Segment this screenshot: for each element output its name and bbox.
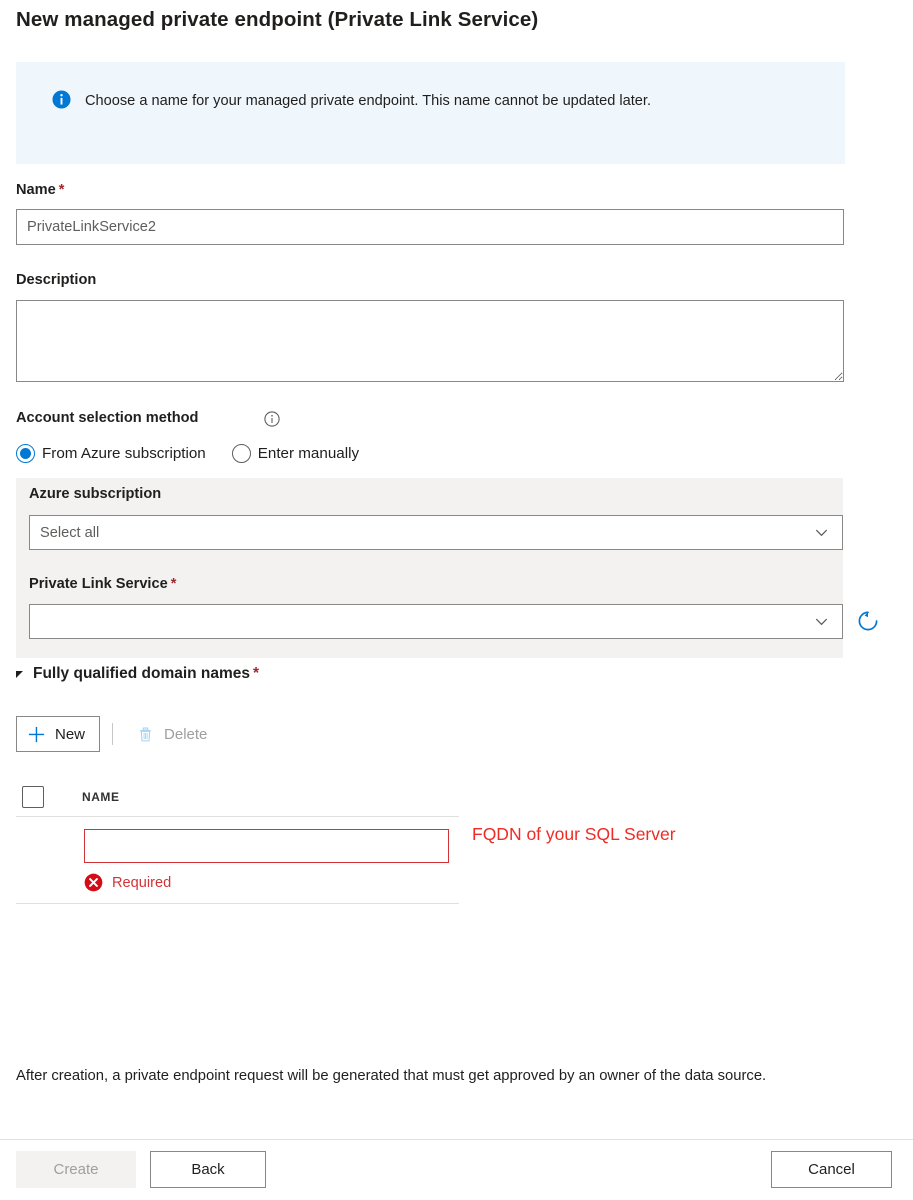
private-link-service-select[interactable]: [29, 604, 843, 639]
delete-button-label: Delete: [164, 725, 208, 743]
chevron-down-icon: [815, 618, 828, 626]
description-label: Description: [16, 272, 96, 288]
fqdn-required-star: *: [253, 665, 260, 682]
radio-enter-manually-mark[interactable]: [231, 444, 251, 463]
delete-button[interactable]: Delete: [125, 716, 222, 752]
fqdn-section-header[interactable]: Fully qualified domain names *: [16, 665, 259, 683]
fqdn-name-error-text: Required: [112, 874, 172, 891]
name-required-star: *: [58, 182, 65, 198]
description-textarea[interactable]: [16, 300, 844, 382]
page-title: New managed private endpoint (Private Li…: [16, 8, 539, 31]
azure-subscription-value: Select all: [40, 524, 100, 541]
account-selection-label: Account selection method: [16, 410, 198, 426]
account-selection-radio-group: From Azure subscription Enter manually: [16, 444, 359, 463]
info-banner-text: Choose a name for your managed private e…: [85, 93, 652, 109]
refresh-icon[interactable]: [855, 608, 881, 634]
action-bar-divider: [0, 1139, 913, 1140]
error-circle-icon: [84, 873, 103, 892]
fqdn-section-title: Fully qualified domain names: [33, 665, 251, 682]
azure-subscription-select[interactable]: Select all: [29, 515, 843, 550]
info-banner: Choose a name for your managed private e…: [16, 62, 845, 164]
description-label-text: Description: [16, 272, 97, 288]
new-button[interactable]: New: [16, 716, 101, 752]
table-row-divider: [16, 903, 459, 904]
account-selection-label-text: Account selection method: [16, 410, 199, 426]
radio-from-azure-subscription-label: From Azure subscription: [42, 445, 206, 462]
new-managed-private-endpoint-blade: New managed private endpoint (Private Li…: [0, 0, 913, 1200]
fqdn-table: NAME Required: [16, 778, 459, 904]
plus-icon: [28, 726, 45, 742]
radio-enter-manually-label: Enter manually: [257, 445, 360, 462]
private-link-service-label: Private Link Service *: [29, 576, 176, 592]
name-label-text: Name: [16, 182, 56, 198]
private-link-service-label-text: Private Link Service: [29, 576, 168, 592]
info-circle-icon: [52, 90, 71, 109]
select-all-checkbox[interactable]: [22, 786, 44, 808]
fqdn-table-header: NAME: [16, 778, 459, 816]
table-row: Required: [16, 817, 459, 903]
chevron-down-icon: [815, 529, 828, 537]
radio-from-azure-subscription[interactable]: From Azure subscription: [16, 444, 206, 463]
azure-subscription-label-text: Azure subscription: [29, 486, 162, 502]
radio-from-azure-subscription-mark[interactable]: [16, 444, 35, 463]
footer-note: After creation, a private endpoint reque…: [16, 1068, 767, 1084]
fqdn-name-input[interactable]: [84, 829, 449, 863]
cancel-button[interactable]: Cancel: [771, 1151, 892, 1188]
new-button-label: New: [55, 725, 86, 743]
radio-enter-manually[interactable]: Enter manually: [231, 444, 360, 463]
fqdn-toolbar: New Delete: [16, 716, 222, 752]
column-header-name: NAME: [82, 790, 120, 804]
annotation-fqdn-sql-server: FQDN of your SQL Server: [472, 824, 676, 844]
name-label: Name *: [16, 182, 64, 198]
name-input[interactable]: [16, 209, 844, 245]
azure-subscription-label: Azure subscription: [29, 486, 161, 502]
create-button[interactable]: Create: [16, 1151, 136, 1188]
triangle-expanded-icon: [16, 670, 23, 678]
trash-icon: [140, 726, 151, 741]
private-link-service-required-star: *: [170, 576, 177, 592]
info-outline-icon[interactable]: [264, 411, 280, 427]
back-button[interactable]: Back: [150, 1151, 266, 1188]
toolbar-separator: [112, 723, 114, 745]
fqdn-name-error: Required: [84, 873, 171, 892]
